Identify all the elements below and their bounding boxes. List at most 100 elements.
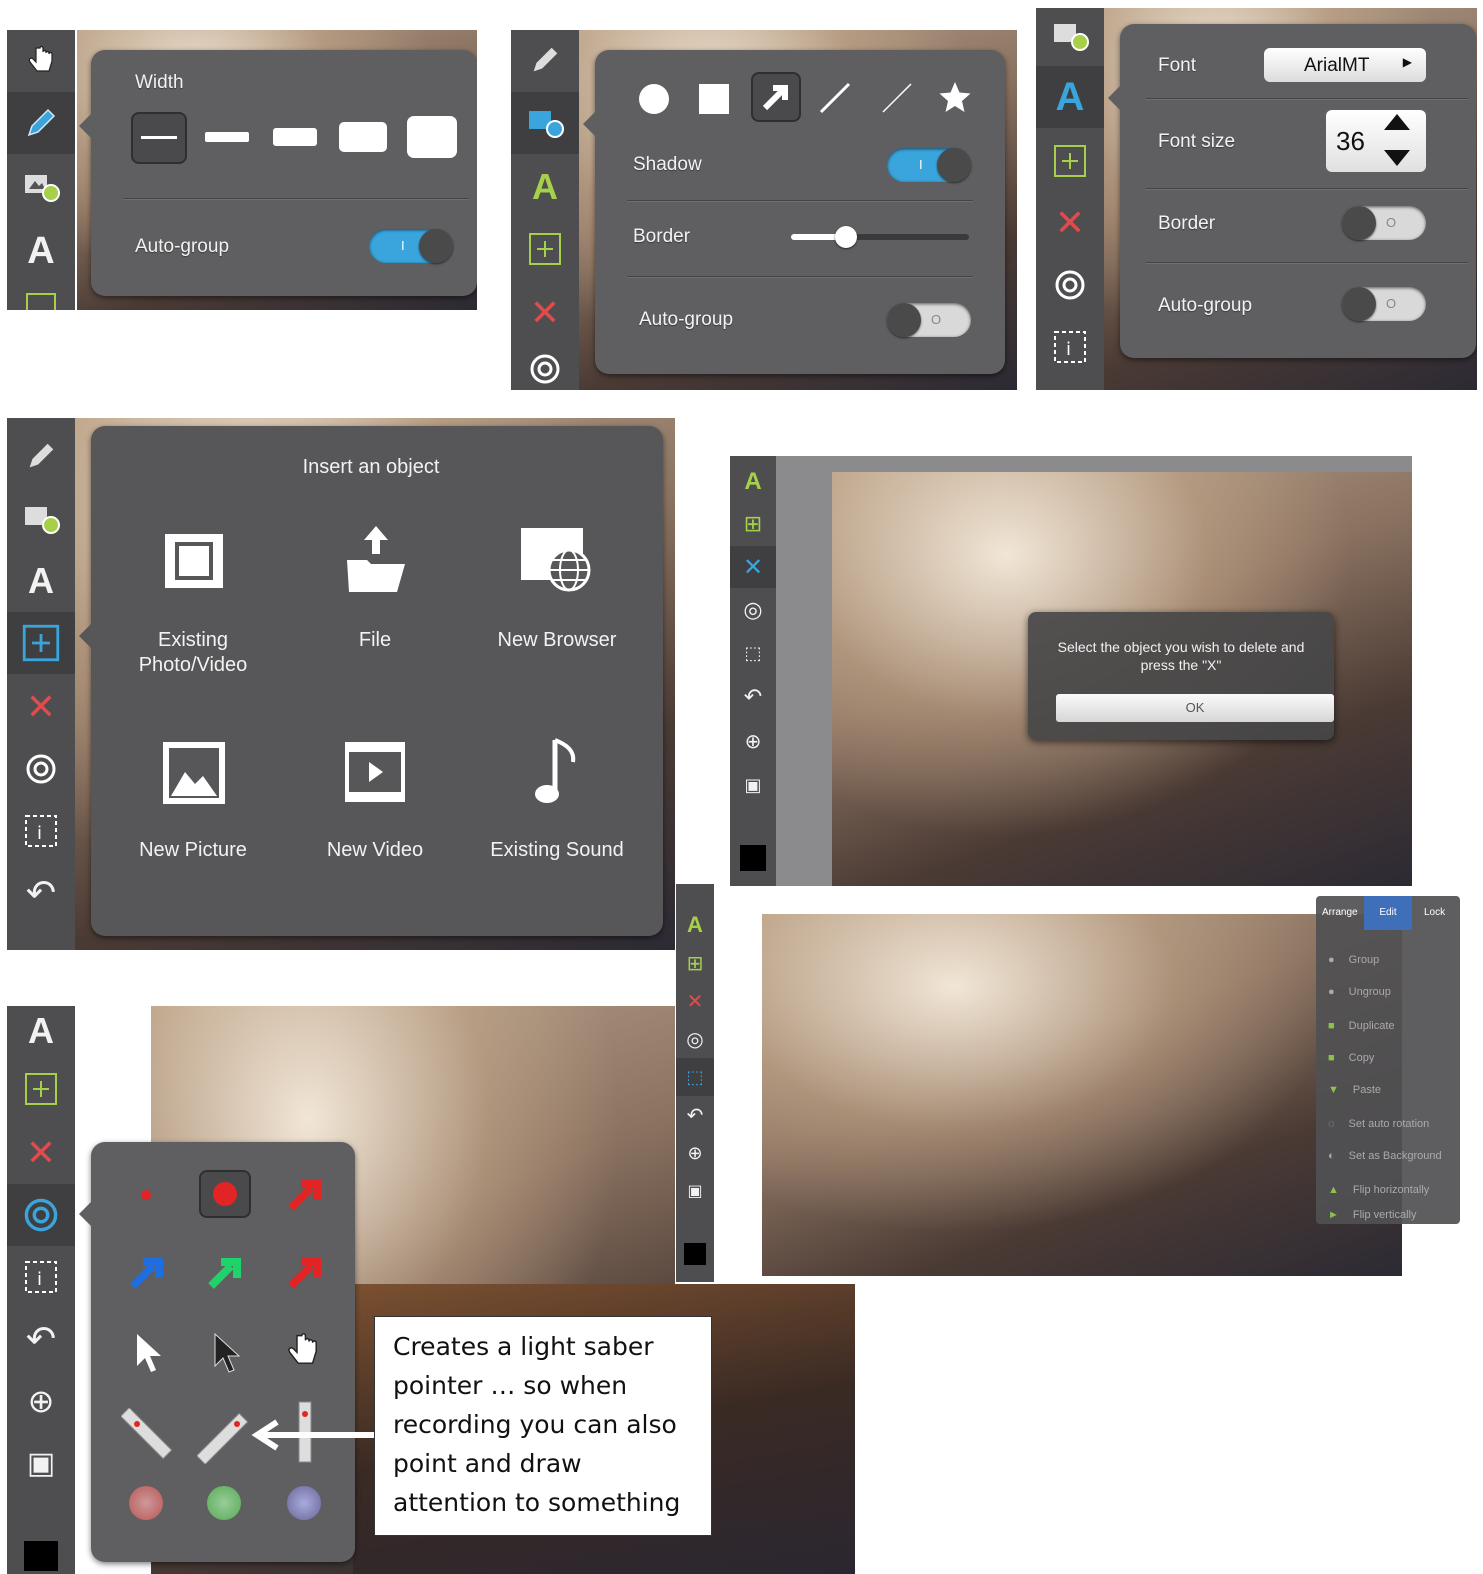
zoom-icon[interactable]: ⊕ bbox=[730, 720, 776, 762]
pointer-icon[interactable] bbox=[7, 738, 75, 800]
decrement-arrow-icon[interactable] bbox=[1384, 150, 1410, 166]
small-red-dot-pointer[interactable] bbox=[141, 1190, 151, 1200]
pencil-icon[interactable] bbox=[7, 426, 75, 486]
tab-lock[interactable]: Lock bbox=[1424, 907, 1445, 918]
pointer-icon[interactable]: ◎ bbox=[730, 590, 776, 630]
delete-icon[interactable]: ✕ bbox=[730, 546, 776, 588]
width-option-4[interactable] bbox=[339, 122, 387, 152]
background-icon[interactable]: ▣ bbox=[730, 764, 776, 806]
green-glow-pointer[interactable] bbox=[207, 1486, 241, 1520]
menu-item-ungroup[interactable]: ● Ungroup bbox=[1316, 976, 1460, 1008]
width-option-5[interactable] bbox=[407, 116, 457, 158]
insert-new-browser[interactable]: New Browser bbox=[467, 516, 647, 686]
large-red-dot-pointer[interactable] bbox=[199, 1170, 251, 1218]
insert-icon[interactable]: ⊞ bbox=[676, 944, 714, 982]
width-option-3[interactable] bbox=[273, 128, 317, 146]
tab-edit[interactable]: Edit bbox=[1364, 896, 1412, 930]
info-select-icon[interactable]: i bbox=[7, 1246, 75, 1308]
ok-button[interactable]: OK bbox=[1056, 694, 1334, 722]
insert-existing-photo-video[interactable]: Existing Photo/Video bbox=[103, 516, 283, 686]
text-icon[interactable]: A bbox=[676, 906, 714, 944]
shadow-switch[interactable]: I bbox=[887, 148, 971, 182]
green-arrow-icon[interactable] bbox=[205, 1252, 245, 1292]
border-switch[interactable]: O bbox=[1342, 206, 1426, 240]
shape-icon[interactable] bbox=[511, 92, 579, 154]
undo-icon[interactable]: ↶ bbox=[7, 1308, 75, 1370]
text-icon[interactable]: A bbox=[7, 1006, 75, 1056]
font-picker-button[interactable]: ArialMT ▶ bbox=[1264, 48, 1426, 82]
blue-glow-pointer[interactable] bbox=[287, 1486, 321, 1520]
text-icon[interactable]: A bbox=[7, 220, 75, 282]
info-select-icon[interactable]: i bbox=[1036, 316, 1104, 378]
text-icon[interactable]: A bbox=[730, 462, 776, 502]
circle-icon[interactable] bbox=[639, 84, 669, 114]
shape-icon[interactable] bbox=[7, 488, 75, 550]
pencil-icon[interactable] bbox=[511, 30, 579, 90]
insert-existing-sound[interactable]: Existing Sound bbox=[467, 726, 647, 896]
insert-new-picture[interactable]: New Picture bbox=[103, 726, 283, 896]
insert-icon[interactable]: ⊞ bbox=[730, 504, 776, 544]
increment-arrow-icon[interactable] bbox=[1384, 114, 1410, 130]
menu-item-paste[interactable]: ▼ Paste bbox=[1316, 1074, 1460, 1106]
insert-icon[interactable] bbox=[7, 1058, 75, 1120]
light-saber-2-icon[interactable] bbox=[197, 1408, 253, 1464]
thick-line-icon[interactable] bbox=[817, 80, 853, 116]
arrow-icon[interactable] bbox=[751, 72, 801, 122]
delete-icon[interactable]: ✕ bbox=[7, 676, 75, 738]
white-cursor-icon[interactable] bbox=[133, 1332, 163, 1374]
auto-group-switch[interactable]: O bbox=[887, 303, 971, 337]
undo-icon[interactable]: ↶ bbox=[7, 862, 75, 924]
zoom-icon[interactable]: ⊕ bbox=[7, 1370, 75, 1432]
width-option-2[interactable] bbox=[205, 132, 249, 142]
width-option-1[interactable] bbox=[131, 112, 187, 164]
blue-arrow-icon[interactable] bbox=[127, 1252, 167, 1292]
color-swatch[interactable] bbox=[7, 1538, 75, 1574]
delete-icon[interactable]: ✕ bbox=[511, 282, 579, 344]
red-arrow-icon[interactable] bbox=[285, 1174, 325, 1214]
black-cursor-icon[interactable] bbox=[211, 1332, 241, 1374]
insert-icon[interactable] bbox=[7, 284, 75, 310]
insert-icon[interactable] bbox=[511, 218, 579, 280]
red-arrow-2-icon[interactable] bbox=[285, 1252, 325, 1292]
menu-item-set-as-background[interactable]: ◐ Set as Background bbox=[1316, 1140, 1460, 1172]
border-slider[interactable] bbox=[791, 226, 969, 248]
insert-icon[interactable] bbox=[7, 612, 75, 674]
color-swatch[interactable] bbox=[730, 840, 776, 876]
menu-item-copy[interactable]: ■ Copy bbox=[1316, 1042, 1460, 1074]
text-icon[interactable]: A bbox=[511, 156, 579, 218]
font-size-stepper[interactable]: 36 bbox=[1326, 110, 1426, 172]
auto-group-switch[interactable]: O bbox=[1342, 287, 1426, 321]
pointer-icon[interactable] bbox=[7, 1184, 75, 1246]
info-select-icon[interactable]: i bbox=[7, 800, 75, 862]
thin-line-icon[interactable] bbox=[879, 80, 915, 116]
menu-item-flip-horizontally[interactable]: ▲ Flip horizontally bbox=[1316, 1174, 1460, 1206]
delete-icon[interactable]: ✕ bbox=[1036, 192, 1104, 254]
delete-icon[interactable]: ✕ bbox=[7, 1122, 75, 1184]
info-select-icon[interactable]: ⬚ bbox=[730, 632, 776, 674]
pointer-icon[interactable] bbox=[1036, 254, 1104, 316]
shape-icon[interactable] bbox=[1036, 8, 1104, 64]
slider-knob[interactable] bbox=[834, 226, 857, 248]
pencil-icon[interactable] bbox=[7, 92, 75, 154]
text-icon[interactable]: A bbox=[7, 550, 75, 612]
shape-icon[interactable] bbox=[7, 156, 75, 218]
hand-cursor-icon[interactable] bbox=[285, 1330, 321, 1370]
menu-item-flip-vertically[interactable]: ► Flip vertically bbox=[1316, 1206, 1460, 1224]
auto-group-switch[interactable]: I bbox=[369, 229, 453, 263]
text-icon[interactable]: A bbox=[1036, 66, 1104, 128]
star-icon[interactable] bbox=[937, 80, 973, 116]
menu-item-group[interactable]: ● Group bbox=[1316, 944, 1460, 976]
square-icon[interactable] bbox=[699, 84, 729, 114]
menu-item-duplicate[interactable]: ■ Duplicate bbox=[1316, 1010, 1460, 1042]
pointer-icon[interactable] bbox=[511, 344, 579, 390]
hand-icon[interactable] bbox=[7, 30, 75, 90]
insert-file[interactable]: File bbox=[285, 516, 465, 686]
undo-icon[interactable]: ↶ bbox=[730, 676, 776, 718]
red-glow-pointer[interactable] bbox=[129, 1486, 163, 1520]
menu-item-set-auto-rotation[interactable]: ◌ Set auto rotation bbox=[1316, 1108, 1460, 1140]
insert-icon[interactable] bbox=[1036, 130, 1104, 192]
insert-new-video[interactable]: New Video bbox=[285, 726, 465, 896]
tab-arrange[interactable]: Arrange bbox=[1322, 907, 1358, 918]
light-saber-icon[interactable] bbox=[121, 1408, 177, 1464]
background-icon[interactable]: ▣ bbox=[7, 1432, 75, 1494]
